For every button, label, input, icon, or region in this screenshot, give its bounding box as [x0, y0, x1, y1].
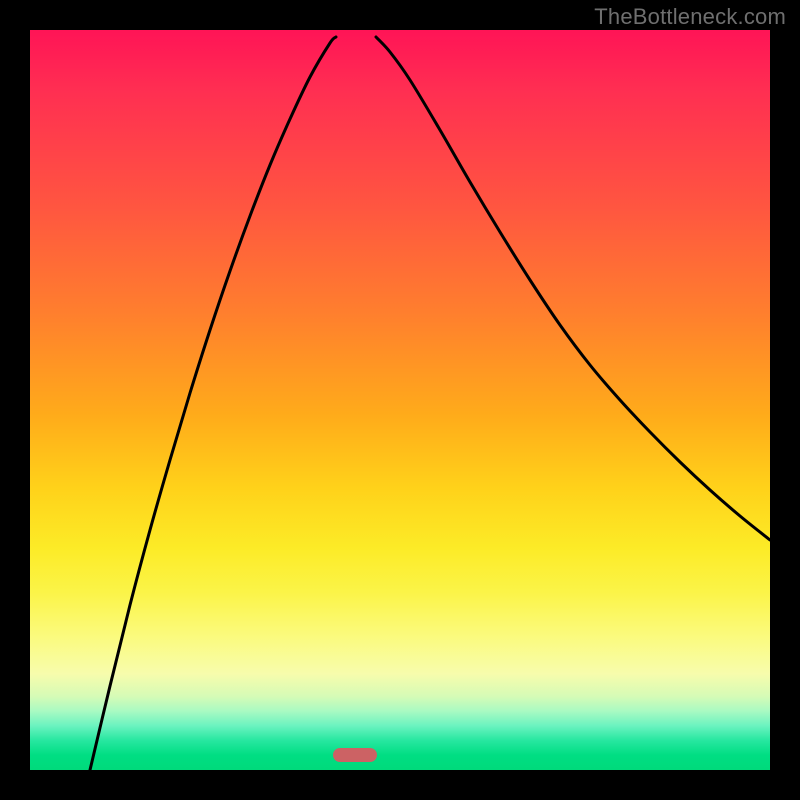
curve-left-curve [90, 37, 336, 770]
curve-right-curve [376, 37, 770, 540]
curve-layer [30, 30, 770, 770]
watermark-text: TheBottleneck.com [594, 4, 786, 30]
plot-area [30, 30, 770, 770]
chart-frame: TheBottleneck.com [0, 0, 800, 800]
